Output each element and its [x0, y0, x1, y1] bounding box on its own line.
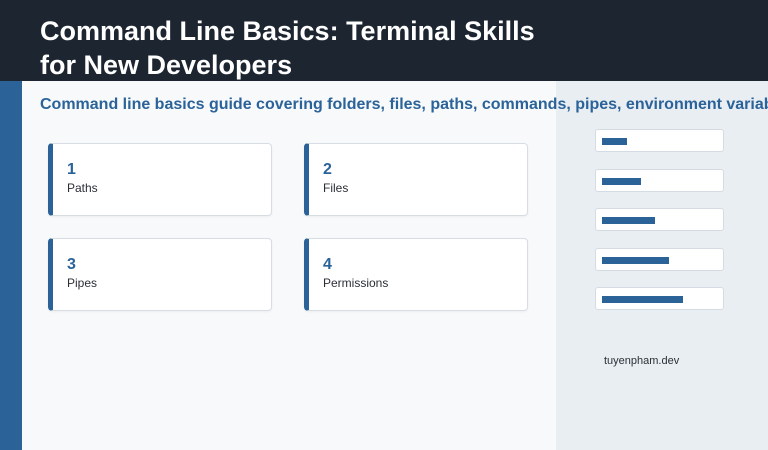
header-bar: Command Line Basics: Terminal Skills for… — [0, 0, 768, 81]
card-label: Pipes — [67, 276, 98, 290]
card-number: 4 — [323, 256, 332, 273]
card-label: Permissions — [323, 276, 389, 290]
topic-card-paths: 1 Paths — [48, 143, 272, 216]
card-label: Files — [323, 181, 349, 195]
progress-bar — [595, 129, 724, 152]
page-title: Command Line Basics: Terminal Skills for… — [40, 16, 535, 80]
topic-card-files: 2 Files — [304, 143, 528, 216]
progress-bar — [595, 287, 724, 310]
progress-bar — [595, 169, 724, 192]
progress-bar-fill — [602, 257, 669, 264]
progress-bar-fill — [602, 296, 683, 303]
left-accent-rail — [0, 81, 22, 450]
progress-bar-fill — [602, 178, 641, 185]
page-subtitle: Command line basics guide covering folde… — [40, 96, 768, 113]
progress-bar-fill — [602, 217, 655, 224]
topic-card-permissions: 4 Permissions — [304, 238, 528, 311]
card-number: 2 — [323, 161, 332, 178]
progress-bar — [595, 208, 724, 231]
topic-card-pipes: 3 Pipes — [48, 238, 272, 311]
site-credit: tuyenpham.dev — [604, 355, 680, 367]
progress-bar — [595, 248, 724, 271]
card-label: Paths — [67, 181, 98, 195]
card-number: 3 — [67, 256, 76, 273]
card-number: 1 — [67, 161, 76, 178]
progress-bar-fill — [602, 138, 627, 145]
